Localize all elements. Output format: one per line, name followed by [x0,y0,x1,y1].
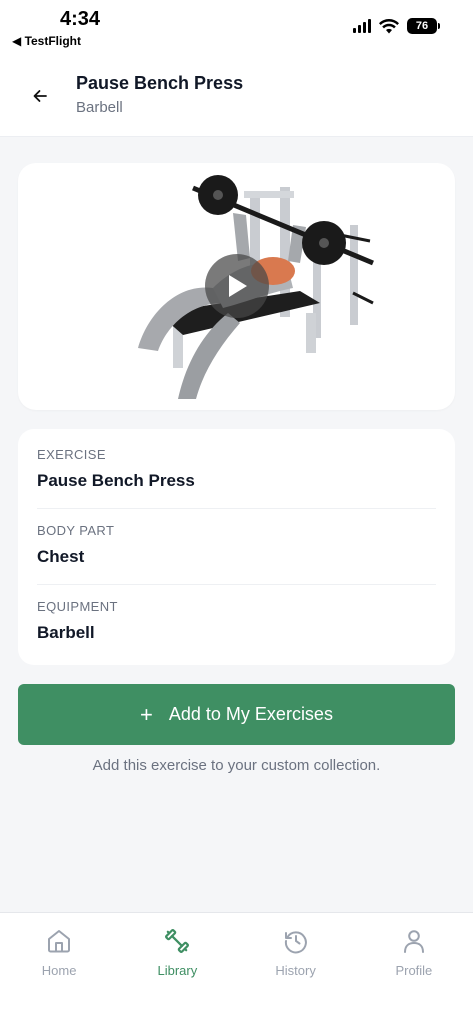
detail-row-exercise: EXERCISE Pause Bench Press [37,447,436,491]
status-time: 4:34 [60,8,101,30]
back-button[interactable] [26,82,54,110]
detail-value: Pause Bench Press [37,471,195,490]
cellular-signal-icon [353,19,371,33]
tab-label: Home [41,963,77,978]
page-title: Pause Bench Press [76,73,244,93]
helper-text: Add this exercise to your custom collect… [92,757,381,774]
play-icon [229,275,247,297]
add-button-label: Add to My Exercises [168,704,333,724]
tab-label: Profile [395,963,433,978]
dumbbell-icon [163,927,191,955]
tab-label: History [275,963,316,978]
exercise-details-card: EXERCISE Pause Bench Press BODY PART Che… [18,429,455,665]
back-to-testflight[interactable]: ◀ TestFlight [12,34,81,48]
history-icon [282,927,310,955]
page-header: Pause Bench Press Barbell [0,56,473,137]
detail-value: Barbell [37,623,95,642]
divider [37,584,436,585]
wifi-icon [379,18,399,33]
detail-label: EQUIPMENT [37,599,118,614]
detail-label: BODY PART [37,523,115,538]
detail-row-body-part: BODY PART Chest [37,523,436,567]
profile-icon [400,927,428,955]
tab-history[interactable]: History [237,913,355,1025]
page-subtitle: Barbell [76,99,123,116]
divider [37,508,436,509]
detail-row-equipment: EQUIPMENT Barbell [37,599,436,643]
detail-label: EXERCISE [37,447,106,462]
arrow-left-icon [33,90,47,102]
tab-home[interactable]: Home [0,913,118,1025]
home-icon [45,927,73,955]
play-video-button[interactable] [205,254,269,318]
tab-profile[interactable]: Profile [355,913,473,1025]
plus-icon: + [140,701,153,727]
bottom-tab-bar: Home Library History Profile [0,912,473,1025]
tab-label: Library [157,963,198,978]
status-bar: 4:34 ◀ TestFlight 76 [0,0,473,56]
exercise-media-card [18,163,455,410]
add-to-my-exercises-button[interactable]: + Add to My Exercises [18,684,455,745]
tab-library[interactable]: Library [118,913,236,1025]
detail-value: Chest [37,547,85,566]
status-indicators: 76 [353,18,440,34]
battery-icon: 76 [407,18,440,34]
